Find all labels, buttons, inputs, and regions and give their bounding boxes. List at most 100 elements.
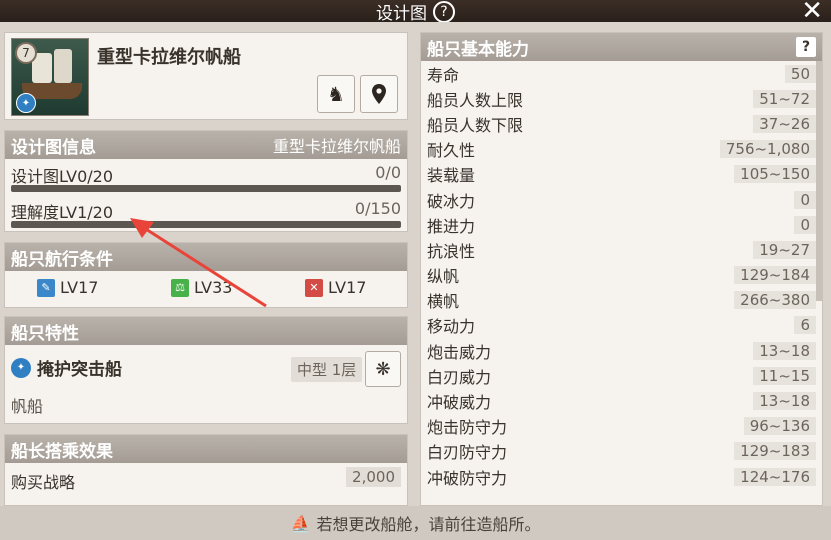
traits-title: 船只特性 bbox=[11, 323, 79, 344]
stat-row: 白刃威力 11~15 bbox=[421, 363, 822, 388]
stat-value: 129~183 bbox=[734, 442, 816, 461]
close-icon[interactable]: ✕ bbox=[801, 0, 823, 24]
stat-label: 纵帆 bbox=[427, 267, 460, 287]
navigation-header: 船只航行条件 bbox=[5, 243, 407, 271]
stat-value: 266~380 bbox=[734, 291, 816, 310]
understanding-value: 0/150 bbox=[354, 199, 401, 218]
help-icon[interactable]: ? bbox=[433, 1, 455, 23]
stats-title: 船只基本能力 bbox=[427, 39, 529, 60]
ship-stats-panel[interactable]: 船只基本能力 ? 寿命 50 船员人数上限 51~72 船员人数下限 37~26 耐久性 75… bbox=[420, 32, 823, 506]
stat-label: 横帆 bbox=[427, 292, 460, 312]
title-bar: 设计图 ? bbox=[0, 0, 831, 24]
stat-value: 0 bbox=[794, 190, 816, 209]
ship-type: 帆船 bbox=[11, 397, 44, 416]
trade-icon: ⚖ bbox=[171, 278, 189, 297]
stat-label: 装载量 bbox=[427, 166, 476, 186]
trade-level: ⚖ LV33 bbox=[171, 278, 232, 297]
stat-row: 冲破威力 13~18 bbox=[421, 388, 822, 413]
left-column: 7 ✦ 重型卡拉维尔帆船 ♞ 设计图信息 重型卡拉维尔帆船 设计图LV0/20 … bbox=[4, 32, 408, 506]
stat-row: 破冰力 0 bbox=[421, 187, 822, 212]
navigation-title: 船只航行条件 bbox=[11, 249, 113, 270]
trait-name: ✦ 掩护突击船 bbox=[11, 355, 122, 380]
stat-value: 0 bbox=[794, 215, 816, 234]
ship-image: 7 ✦ bbox=[11, 38, 89, 116]
ship-name: 重型卡拉维尔帆船 bbox=[97, 47, 241, 68]
design-progress-bar bbox=[11, 185, 401, 192]
stat-label: 船员人数上限 bbox=[427, 90, 524, 110]
stat-value: 756~1,080 bbox=[719, 140, 816, 159]
battle-level: ✕ LV17 bbox=[305, 278, 366, 297]
stat-label: 白刃防守力 bbox=[427, 443, 508, 463]
stat-label: 炮击防守力 bbox=[427, 418, 508, 438]
stat-label: 冲破防守力 bbox=[427, 468, 508, 488]
understanding-label: 理解度LV1/20 bbox=[11, 203, 114, 222]
stat-label: 移动力 bbox=[427, 317, 476, 337]
stat-row: 冲破防守力 124~176 bbox=[421, 464, 822, 489]
map-pin-icon bbox=[372, 84, 386, 104]
navigation-conditions-panel: 船只航行条件 ✎ LV17 ⚖ LV33 ✕ LV17 bbox=[4, 242, 408, 308]
stat-row: 纵帆 129~184 bbox=[421, 263, 822, 288]
cannon-slots-button[interactable]: ❋ bbox=[365, 351, 401, 387]
design-level-label: 设计图LV0/20 bbox=[11, 167, 114, 186]
rank-badge: 7 bbox=[15, 42, 37, 64]
stat-row: 船员人数下限 37~26 bbox=[421, 111, 822, 136]
adventure-level: ✎ LV17 bbox=[37, 278, 98, 297]
stat-value: 11~15 bbox=[753, 366, 816, 385]
stat-label: 耐久性 bbox=[427, 141, 476, 161]
ship-traits-panel: 船只特性 ✦ 掩护突击船 中型 1层 ❋ 帆船 bbox=[4, 316, 408, 424]
stat-row: 炮击防守力 96~136 bbox=[421, 414, 822, 439]
stat-row: 移动力 6 bbox=[421, 313, 822, 338]
stat-row: 炮击威力 13~18 bbox=[421, 338, 822, 363]
adventure-icon: ✎ bbox=[37, 278, 55, 297]
stat-row: 装载量 105~150 bbox=[421, 162, 822, 187]
captain-icon: ♞ bbox=[327, 82, 345, 106]
blueprint-info-title: 设计图信息 bbox=[11, 137, 96, 158]
footer-hint: ⛵ 若想更改船舱，请前往造船所。 bbox=[0, 506, 831, 540]
blueprint-ship-name: 重型卡拉维尔帆船 bbox=[272, 137, 401, 156]
stat-row: 船员人数上限 51~72 bbox=[421, 86, 822, 111]
blueprint-info-header: 设计图信息 重型卡拉维尔帆船 bbox=[5, 131, 407, 159]
location-button[interactable] bbox=[360, 75, 398, 113]
understanding-progress-bar bbox=[11, 221, 401, 228]
stat-label: 船员人数下限 bbox=[427, 115, 524, 135]
stat-value: 13~18 bbox=[753, 341, 816, 360]
ship-emblem-icon: ✦ bbox=[16, 93, 36, 113]
footer-text: 若想更改船舱，请前往造船所。 bbox=[316, 515, 541, 534]
stat-label: 抗浪性 bbox=[427, 241, 476, 261]
trait-name-label: 掩护突击船 bbox=[37, 360, 122, 380]
stat-row: 抗浪性 19~27 bbox=[421, 237, 822, 262]
captain-title: 船长搭乘效果 bbox=[11, 441, 113, 462]
stat-row: 耐久性 756~1,080 bbox=[421, 137, 822, 162]
stat-value: 124~176 bbox=[734, 467, 816, 486]
captain-header: 船长搭乘效果 bbox=[5, 435, 407, 463]
stat-row: 推进力 0 bbox=[421, 212, 822, 237]
stats-header: 船只基本能力 ? bbox=[421, 33, 822, 61]
stat-label: 推进力 bbox=[427, 216, 476, 236]
ship-card: 7 ✦ 重型卡拉维尔帆船 ♞ bbox=[4, 32, 408, 120]
stat-row: 寿命 50 bbox=[421, 61, 822, 86]
stats-list: 寿命 50 船员人数上限 51~72 船员人数下限 37~26 耐久性 756~1,080 装载… bbox=[421, 61, 822, 489]
stat-label: 破冰力 bbox=[427, 191, 476, 211]
stat-value: 96~136 bbox=[743, 417, 816, 436]
stat-value: 19~27 bbox=[753, 240, 816, 259]
adventure-level-label: LV17 bbox=[60, 278, 99, 297]
shipyard-icon: ⛵ bbox=[290, 513, 311, 533]
traits-header: 船只特性 bbox=[5, 317, 407, 345]
stat-label: 白刃威力 bbox=[427, 367, 492, 387]
captain-effect-label: 购买战略 bbox=[11, 473, 76, 492]
stat-value: 129~184 bbox=[734, 266, 816, 285]
stat-row: 白刃防守力 129~183 bbox=[421, 439, 822, 464]
trait-emblem-icon: ✦ bbox=[11, 357, 31, 378]
stats-scrollbar[interactable] bbox=[816, 61, 822, 301]
stats-help-button[interactable]: ? bbox=[796, 37, 816, 57]
main-area: 7 ✦ 重型卡拉维尔帆船 ♞ 设计图信息 重型卡拉维尔帆船 设计图LV0/20 … bbox=[0, 22, 831, 540]
stat-label: 炮击威力 bbox=[427, 342, 492, 362]
stat-value: 13~18 bbox=[753, 392, 816, 411]
captain-button[interactable]: ♞ bbox=[317, 75, 355, 113]
window-title: 设计图 bbox=[376, 3, 427, 24]
captain-effect-value: 2,000 bbox=[346, 467, 401, 487]
design-level-value: 0/0 bbox=[375, 163, 401, 182]
stat-label: 冲破威力 bbox=[427, 393, 492, 413]
trade-level-label: LV33 bbox=[194, 278, 233, 297]
stat-value: 51~72 bbox=[753, 89, 816, 108]
